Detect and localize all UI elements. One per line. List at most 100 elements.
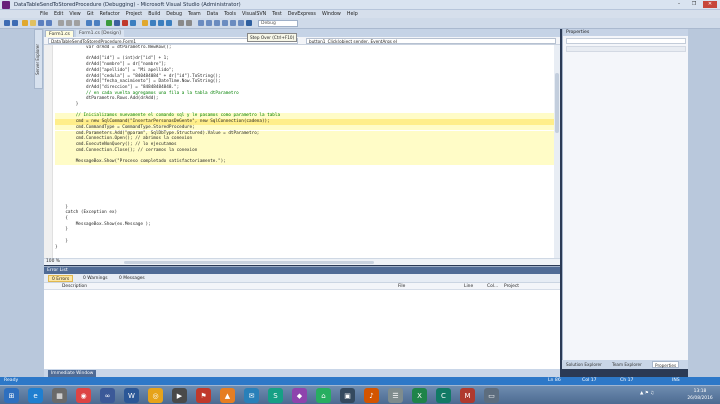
taskbar-app-icon[interactable]: ◉	[76, 388, 91, 403]
server-explorer-tab[interactable]: Server Explorer	[34, 29, 43, 89]
clock-date: 26/08/2016	[687, 396, 713, 401]
window-title: DataTableSendToStoredProcedure (Debuggin…	[14, 2, 241, 8]
zoom-level[interactable]: 100 %	[46, 259, 60, 265]
forward-icon[interactable]	[12, 20, 18, 26]
error-list-filters: 0 Errors 0 Warnings 0 Messages	[44, 274, 560, 283]
menu-refactor[interactable]: Refactor	[100, 12, 120, 17]
pause-icon[interactable]	[114, 20, 120, 26]
bookmark-icon[interactable]	[206, 20, 212, 26]
column-description[interactable]: Description	[62, 283, 87, 290]
breakpoints-icon[interactable]	[186, 20, 192, 26]
taskbar-app-icon[interactable]: ✉	[244, 388, 259, 403]
messages-filter[interactable]: 0 Messages	[116, 275, 148, 282]
tab-properties[interactable]: Properties	[652, 361, 680, 368]
object-selector[interactable]	[566, 38, 686, 44]
errors-filter[interactable]: 0 Errors	[48, 275, 74, 282]
taskbar-app-icon[interactable]: ▶	[172, 388, 187, 403]
save-all-icon[interactable]	[46, 20, 52, 26]
show-next-statement-icon[interactable]	[142, 20, 148, 26]
menu-test[interactable]: Test	[272, 12, 281, 17]
solution-config-dropdown[interactable]: Debug	[258, 20, 298, 27]
member-dropdown[interactable]: button1_Click(object sender, EventArgs e…	[306, 38, 556, 44]
left-dock-strip: Server Explorer	[0, 29, 44, 381]
tab-form1-cs[interactable]: Form1.cs	[45, 30, 74, 37]
indent-icon[interactable]	[230, 20, 236, 26]
step-over-icon[interactable]	[158, 20, 164, 26]
taskbar-app-icon[interactable]: ▲	[220, 388, 235, 403]
taskbar-app-icon[interactable]: ◆	[292, 388, 307, 403]
code-editor[interactable]: var drAdd = dtParametro.NewRow(); drAdd[…	[44, 45, 554, 258]
menu-edit[interactable]: Edit	[54, 12, 63, 17]
taskbar-app-icon[interactable]: ⌂	[316, 388, 331, 403]
redo-icon[interactable]	[94, 20, 100, 26]
menu-build[interactable]: Build	[148, 12, 160, 17]
outdent-icon[interactable]	[238, 20, 244, 26]
taskbar-app-icon[interactable]: ▦	[52, 388, 67, 403]
uncomment-icon[interactable]	[222, 20, 228, 26]
warnings-filter[interactable]: 0 Warnings	[80, 275, 111, 282]
menu-file[interactable]: File	[40, 12, 48, 17]
menu-devexpress[interactable]: DevExpress	[288, 12, 316, 17]
step-into-icon[interactable]	[150, 20, 156, 26]
column-col[interactable]: Col...	[487, 283, 498, 290]
code-line[interactable]: }	[55, 245, 554, 251]
menu-git[interactable]: Git	[87, 12, 94, 17]
continue-icon[interactable]	[106, 20, 112, 26]
tab-solution-explorer[interactable]: Solution Explorer	[564, 361, 604, 368]
stop-icon[interactable]	[122, 20, 128, 26]
paste-icon[interactable]	[74, 20, 80, 26]
restore-button[interactable]: ❐	[687, 1, 701, 8]
undo-icon[interactable]	[86, 20, 92, 26]
menu-view[interactable]: View	[69, 12, 80, 17]
taskbar-app-icon[interactable]: W	[124, 388, 139, 403]
menu-team[interactable]: Team	[188, 12, 201, 17]
scrollbar-thumb[interactable]	[555, 73, 559, 133]
editor-vertical-scrollbar[interactable]	[554, 45, 560, 258]
menu-data[interactable]: Data	[207, 12, 218, 17]
system-tray[interactable]: ▲ ⚑ ♫	[640, 391, 654, 396]
tab-team-explorer[interactable]: Team Explorer	[610, 361, 644, 368]
copy-icon[interactable]	[66, 20, 72, 26]
horizontal-scrollbar-thumb[interactable]	[124, 261, 374, 264]
taskbar-app-icon[interactable]: ⊞	[4, 388, 19, 403]
find-icon[interactable]	[198, 20, 204, 26]
taskbar-app-icon[interactable]: C	[436, 388, 451, 403]
column-project[interactable]: Project	[504, 283, 519, 290]
hex-icon[interactable]	[178, 20, 184, 26]
taskbar-app-icon[interactable]: S	[268, 388, 283, 403]
taskbar-app-icon[interactable]: ⚑	[196, 388, 211, 403]
new-project-icon[interactable]	[22, 20, 28, 26]
cut-icon[interactable]	[58, 20, 64, 26]
column-line[interactable]: Line	[464, 283, 473, 290]
save-icon[interactable]	[38, 20, 44, 26]
menu-tools[interactable]: Tools	[224, 12, 236, 17]
taskbar-app-icon[interactable]: ♪	[364, 388, 379, 403]
right-dock-strip	[688, 29, 720, 381]
menu-project[interactable]: Project	[126, 12, 142, 17]
open-icon[interactable]	[30, 20, 36, 26]
menu-debug[interactable]: Debug	[166, 12, 182, 17]
immediate-window-tab[interactable]: Immediate Window	[48, 370, 97, 377]
minimize-button[interactable]: –	[672, 1, 686, 8]
close-button[interactable]: ✕	[703, 1, 717, 8]
comment-icon[interactable]	[214, 20, 220, 26]
taskbar-app-icon[interactable]: ∞	[100, 388, 115, 403]
menu-window[interactable]: Window	[322, 12, 341, 17]
menu-help[interactable]: Help	[347, 12, 358, 17]
column-file[interactable]: File	[398, 283, 405, 290]
restart-icon[interactable]	[130, 20, 136, 26]
taskbar-app-icon[interactable]: ▣	[340, 388, 355, 403]
menu-visualsvn[interactable]: VisualSVN	[242, 12, 266, 17]
taskbar-app-icon[interactable]: ▭	[484, 388, 499, 403]
taskbar-app-icon[interactable]: M	[460, 388, 475, 403]
taskbar-clock[interactable]: 13:18 26/08/2016	[682, 388, 718, 402]
taskbar-app-icon[interactable]: ◎	[148, 388, 163, 403]
step-out-icon[interactable]	[166, 20, 172, 26]
back-icon[interactable]	[4, 20, 10, 26]
editor-gutter[interactable]	[44, 45, 53, 258]
tab-form1-design[interactable]: Form1.cs [Design]	[76, 30, 124, 37]
step-over-active-icon[interactable]	[246, 20, 252, 26]
taskbar-app-icon[interactable]: X	[412, 388, 427, 403]
taskbar-app-icon[interactable]: ☰	[388, 388, 403, 403]
taskbar-app-icon[interactable]: e	[28, 388, 43, 403]
